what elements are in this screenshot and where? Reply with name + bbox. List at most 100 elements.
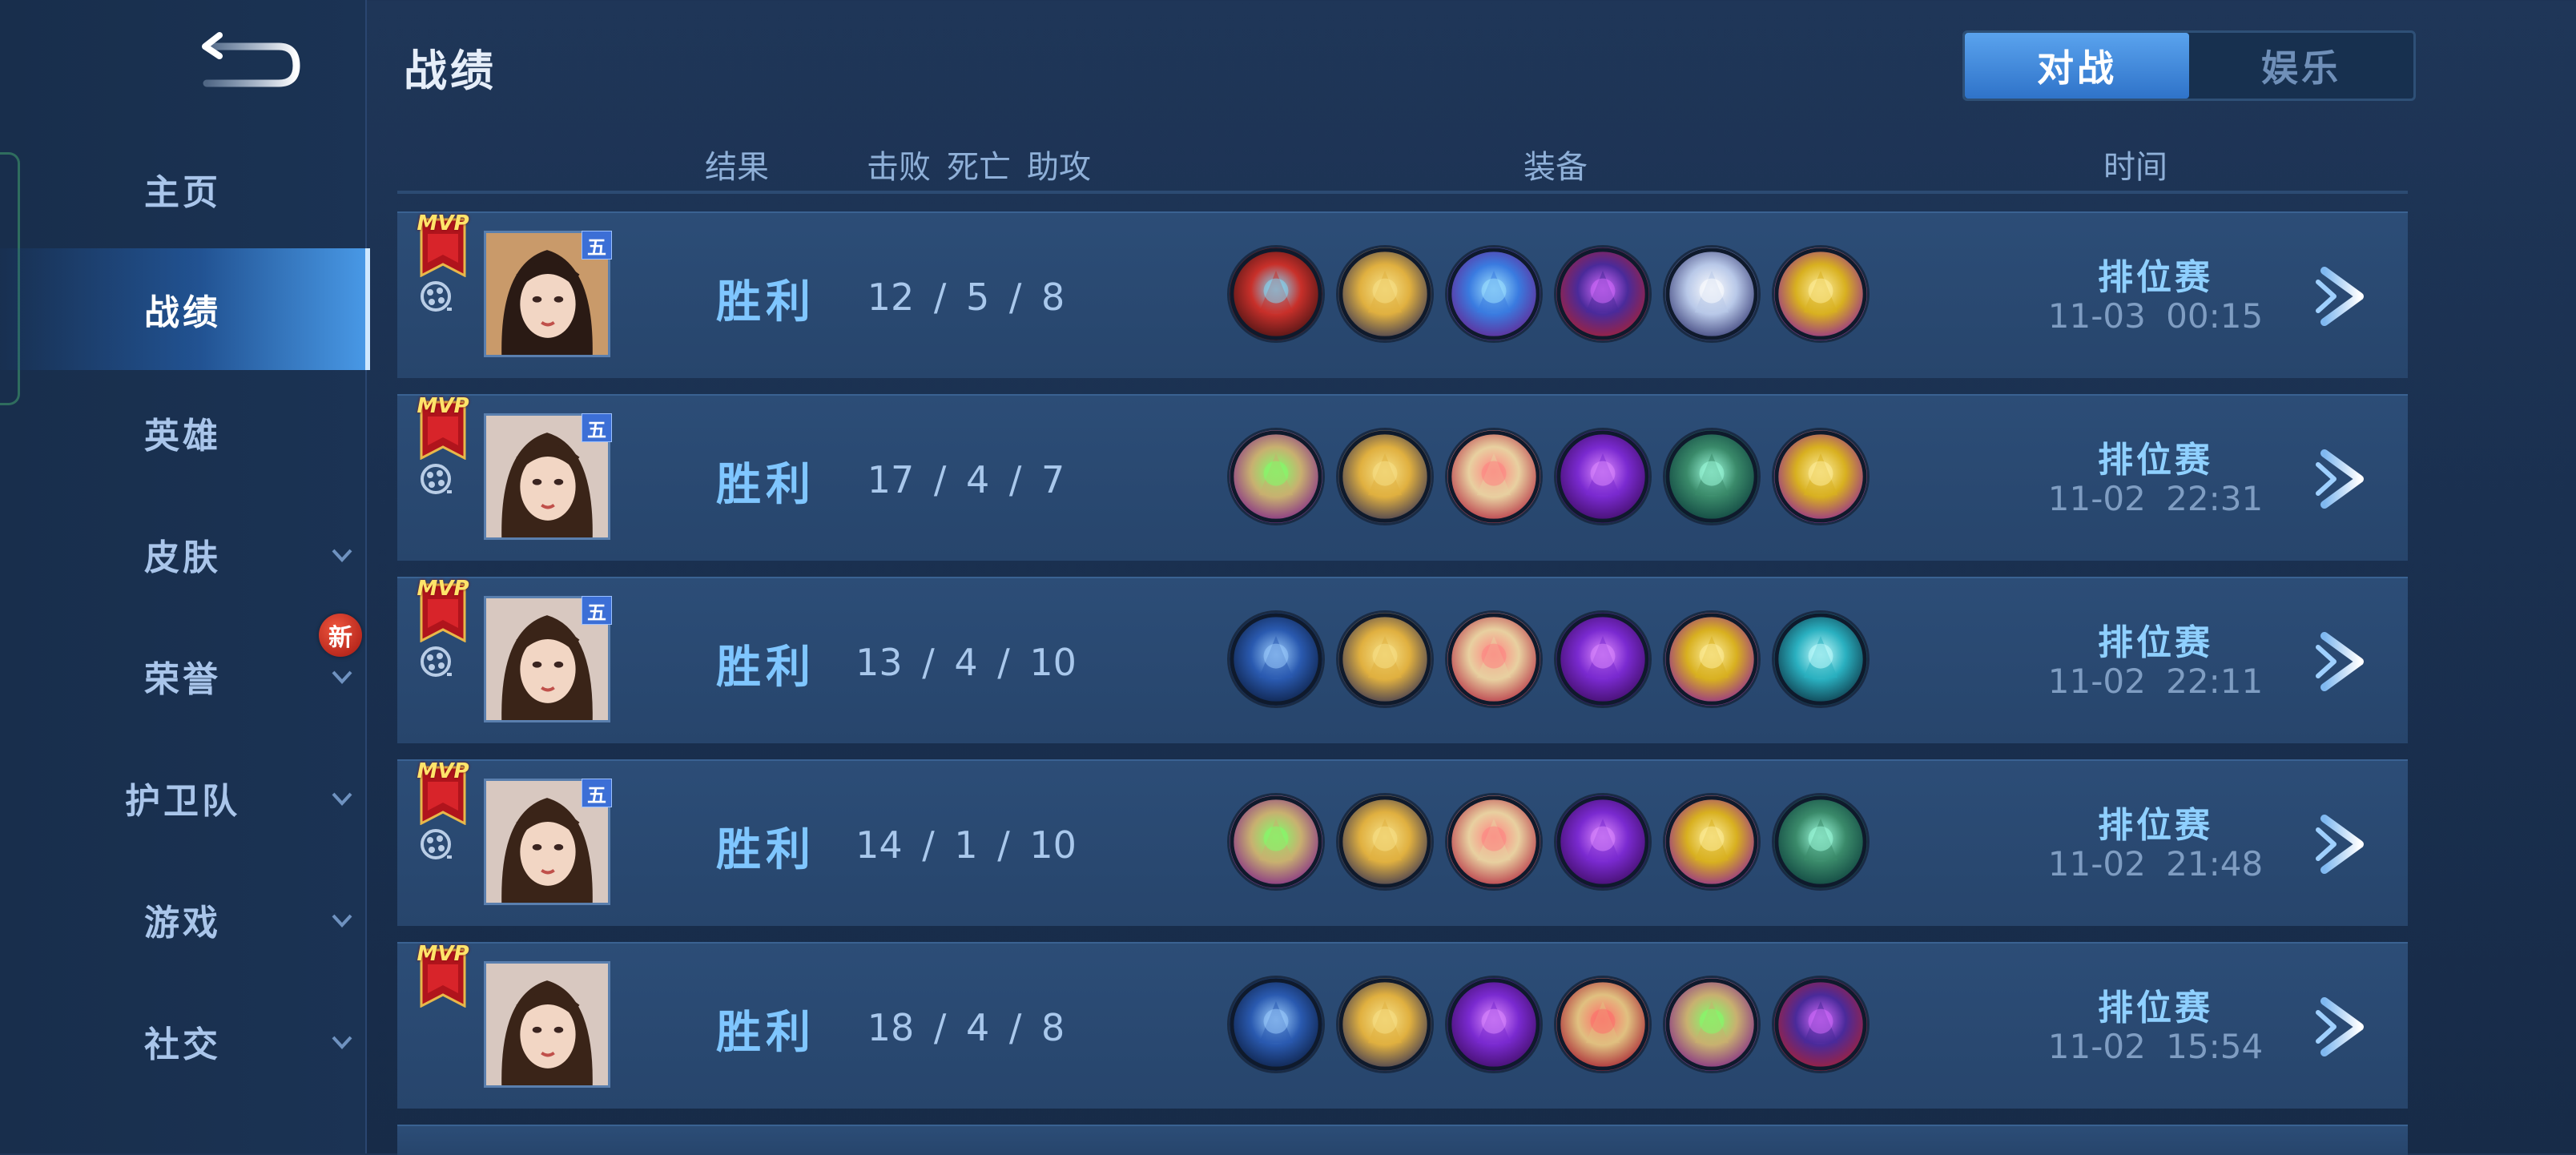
- chevron-right-icon[interactable]: [2313, 630, 2374, 694]
- replay-icon[interactable]: [418, 827, 453, 862]
- new-badge: 新: [319, 614, 362, 657]
- blue-dragon-icon: [1445, 245, 1543, 343]
- purple-hat-icon: [1554, 245, 1652, 343]
- kda-stats: 18 / 4 / 8: [867, 1006, 1065, 1049]
- purple-gem-icon: [1445, 976, 1543, 1073]
- replay-icon[interactable]: [418, 644, 453, 679]
- match-row[interactable]: MVP 五 胜利 14 / 1 / 10 排位赛 11-02 21:48: [397, 759, 2408, 926]
- chevron-down-icon: [332, 792, 352, 806]
- equipment-list: [1227, 610, 1870, 711]
- sidebar-item-label: 皮肤: [144, 537, 221, 578]
- equipment-list: [1227, 976, 1870, 1077]
- header-divider: [397, 191, 2408, 194]
- mvp-label: MVP: [417, 577, 469, 601]
- sidebar: 主页 战绩 英雄 皮肤 荣誉 新 护卫队 游戏 社交: [0, 0, 370, 1153]
- kills-value: 12: [867, 276, 915, 319]
- equipment-list: [1227, 793, 1870, 894]
- match-mode: 排位赛: [2098, 988, 2213, 1028]
- sidebar-item-heroes[interactable]: 英雄: [0, 372, 365, 493]
- gold-chalice-icon: [1336, 793, 1434, 891]
- purple-gem-icon: [1554, 428, 1652, 525]
- red-scroll-icon: [1445, 428, 1543, 525]
- green-book-icon: [1227, 793, 1325, 891]
- equipment-list: [1227, 245, 1870, 346]
- chevron-right-icon[interactable]: [2313, 264, 2374, 328]
- chevron-right-icon[interactable]: [2313, 812, 2374, 876]
- sidebar-item-label: 英雄: [144, 416, 221, 457]
- green-book-icon: [1227, 428, 1325, 525]
- match-time: 11-02 15:54: [2047, 1027, 2264, 1066]
- blue-boots-icon: [1227, 610, 1325, 708]
- column-header-time: 时间: [2103, 149, 2167, 186]
- assists-value: 8: [1041, 1006, 1065, 1049]
- mvp-badge-icon: MVP: [417, 207, 469, 278]
- match-time: 11-02 22:11: [2047, 662, 2264, 701]
- deaths-value: 1: [954, 823, 978, 867]
- tab-entertainment[interactable]: 娱乐: [2189, 33, 2413, 99]
- five-player-badge: 五: [582, 779, 612, 807]
- gold-chalice-icon: [1336, 245, 1434, 343]
- kda-stats: 14 / 1 / 10: [855, 823, 1077, 867]
- mvp-label: MVP: [417, 942, 469, 966]
- sidebar-item-guard-team[interactable]: 护卫队: [0, 737, 365, 859]
- red-boots-icon: [1227, 245, 1325, 343]
- sidebar-item-label: 社交: [144, 1024, 221, 1065]
- gold-chalice-icon: [1336, 428, 1434, 525]
- chevron-down-icon: [332, 670, 352, 684]
- match-row[interactable]: MVP 五 胜利 17 / 4 / 7 排位赛 11-02 22:31: [397, 394, 2408, 561]
- assists-value: 10: [1029, 641, 1077, 684]
- assists-value: 8: [1041, 276, 1065, 319]
- hero-portrait: [484, 961, 610, 1088]
- mvp-badge-icon: MVP: [417, 937, 469, 1008]
- red-scroll-icon: [1445, 793, 1543, 891]
- purple-gem-icon: [1554, 793, 1652, 891]
- equipment-list: [1227, 428, 1870, 529]
- tab-battle[interactable]: 对战: [1965, 33, 2189, 99]
- red-book-icon: [1554, 976, 1652, 1073]
- sidebar-item-home[interactable]: 主页: [0, 128, 365, 250]
- gold-staff-icon: [1663, 610, 1761, 708]
- page-title: 战绩: [404, 46, 497, 96]
- sidebar-item-label: 荣誉: [144, 659, 221, 700]
- five-player-badge: 五: [582, 413, 612, 442]
- replay-icon[interactable]: [418, 279, 453, 314]
- sidebar-item-label: 战绩: [144, 292, 221, 333]
- chevron-down-icon: [332, 914, 352, 928]
- column-header-deaths: 死亡: [947, 149, 1011, 186]
- match-mode: 排位赛: [2098, 805, 2213, 846]
- teal-scythe-icon: [1772, 610, 1870, 708]
- deaths-value: 4: [965, 1006, 990, 1049]
- match-row[interactable]: MVP 五 胜利 12 / 5 / 8 排位赛 11-03 00:15: [397, 211, 2408, 378]
- match-row[interactable]: MVP 胜利 18 / 4 / 8 排位赛 11-02 15:54: [397, 942, 2408, 1109]
- mvp-label: MVP: [417, 394, 469, 418]
- assists-value: 10: [1029, 823, 1077, 867]
- deaths-value: 4: [954, 641, 978, 684]
- sidebar-item-label: 游戏: [144, 903, 221, 944]
- kills-value: 18: [867, 1006, 915, 1049]
- column-header-result: 结果: [705, 149, 769, 186]
- five-player-badge: 五: [582, 596, 612, 625]
- column-header-kills: 击败: [867, 149, 931, 186]
- sidebar-item-records[interactable]: 战绩: [0, 248, 370, 370]
- gold-chalice-icon: [1336, 976, 1434, 1073]
- deaths-value: 4: [965, 458, 990, 501]
- replay-icon[interactable]: [418, 461, 453, 497]
- green-book-icon: [1663, 976, 1761, 1073]
- back-icon[interactable]: [192, 29, 304, 93]
- kda-stats: 13 / 4 / 10: [855, 641, 1077, 684]
- chevron-right-icon[interactable]: [2313, 447, 2374, 511]
- match-time: 11-02 21:48: [2047, 844, 2264, 883]
- kda-stats: 17 / 4 / 7: [867, 458, 1065, 501]
- match-mode: 排位赛: [2098, 440, 2213, 481]
- chevron-right-icon[interactable]: [2313, 995, 2374, 1059]
- sidebar-item-honors[interactable]: 荣誉: [0, 615, 365, 737]
- sidebar-item-skins[interactable]: 皮肤: [0, 493, 365, 615]
- kda-stats: 12 / 5 / 8: [867, 276, 1065, 319]
- sidebar-item-games[interactable]: 游戏: [0, 859, 365, 980]
- sidebar-item-social[interactable]: 社交: [0, 980, 365, 1102]
- match-row[interactable]: MVP 五 胜利 13 / 4 / 10 排位赛 11-02 22:11: [397, 577, 2408, 743]
- match-row-partial[interactable]: [397, 1125, 2408, 1155]
- mvp-label: MVP: [417, 759, 469, 783]
- mvp-badge-icon: MVP: [417, 389, 469, 461]
- green-boots-icon: [1663, 428, 1761, 525]
